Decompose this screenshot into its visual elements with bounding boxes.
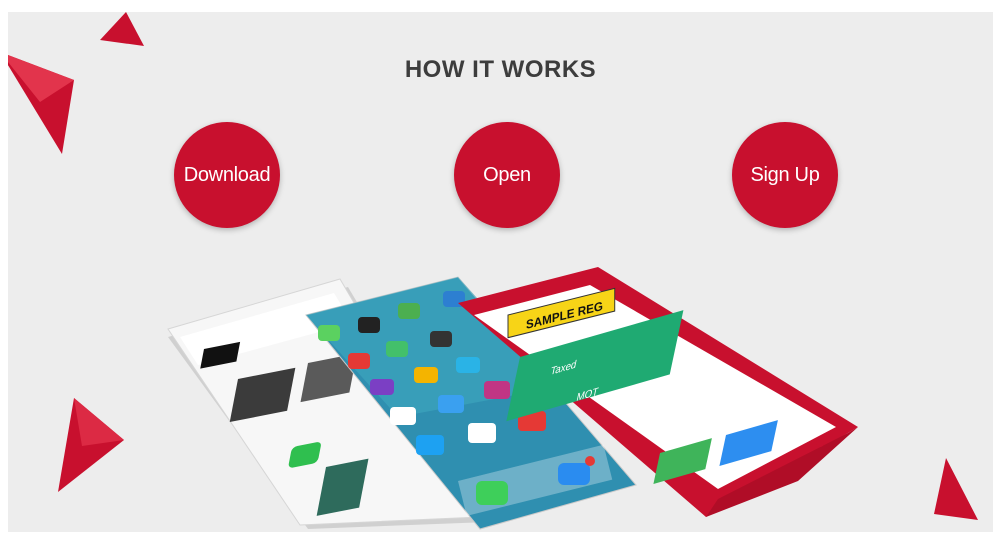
- step-sign-up-label: Sign Up: [750, 163, 820, 186]
- app-icon: [438, 395, 464, 413]
- mail-app-icon: [558, 463, 590, 485]
- page-title: HOW IT WORKS: [404, 56, 597, 83]
- tab-bar-icon: [816, 439, 824, 447]
- app-icon: [348, 353, 370, 369]
- app-icon: [318, 325, 340, 341]
- app-icon: [370, 379, 394, 395]
- app-icon: [358, 317, 380, 333]
- app-icon: [386, 341, 408, 357]
- step-download: Download: [174, 122, 280, 228]
- triangle-top-small-decoration: [100, 12, 144, 46]
- triangle-bottom-left-decoration: [58, 398, 124, 492]
- app-icon: [456, 357, 480, 373]
- triangle-bottom-right-decoration: [934, 458, 978, 520]
- app-icon: [468, 423, 496, 443]
- step-sign-up: Sign Up: [732, 122, 838, 228]
- app-icon: [430, 331, 452, 347]
- notification-badge: [585, 456, 595, 466]
- app-icon: [416, 435, 444, 455]
- step-open-label: Open: [483, 163, 531, 186]
- step-open: Open: [454, 122, 560, 228]
- app-icon: [484, 381, 510, 399]
- app-icon: [398, 303, 420, 319]
- app-icon: [414, 367, 438, 383]
- promo-banner: HOW IT WORKS Download Open Sign Up SAMPL…: [8, 12, 993, 532]
- step-download-label: Download: [183, 163, 271, 186]
- phone-app-icon: [476, 481, 508, 505]
- phone-screens-illustration: SAMPLE REG Taxed MOT: [158, 267, 858, 532]
- app-icon: [390, 407, 416, 425]
